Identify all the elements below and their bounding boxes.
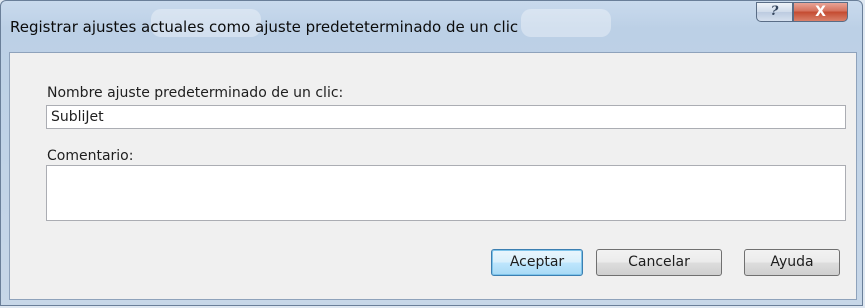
- question-mark-icon: ?: [770, 4, 779, 19]
- accept-button[interactable]: Aceptar: [491, 249, 583, 276]
- dialog-title: Registrar ajustes actuales como ajuste p…: [10, 18, 519, 36]
- title-bar-glass-reflection: [521, 9, 611, 37]
- dialog-window: Registrar ajustes actuales como ajuste p…: [0, 0, 863, 306]
- close-icon: X: [815, 4, 826, 20]
- help-button[interactable]: ?: [756, 2, 793, 22]
- preset-name-input[interactable]: [47, 106, 845, 128]
- close-button[interactable]: X: [793, 2, 848, 22]
- comment-field[interactable]: [46, 165, 846, 221]
- comment-label: Comentario:: [47, 148, 134, 164]
- dialog-client-area: Nombre ajuste predeterminado de un clic:…: [9, 52, 857, 300]
- cancel-button[interactable]: Cancelar: [596, 249, 722, 276]
- preset-name-label: Nombre ajuste predeterminado de un clic:: [47, 85, 344, 101]
- help-text-button[interactable]: Ayuda: [744, 249, 840, 276]
- preset-name-field[interactable]: [46, 105, 846, 129]
- comment-input[interactable]: [47, 166, 845, 220]
